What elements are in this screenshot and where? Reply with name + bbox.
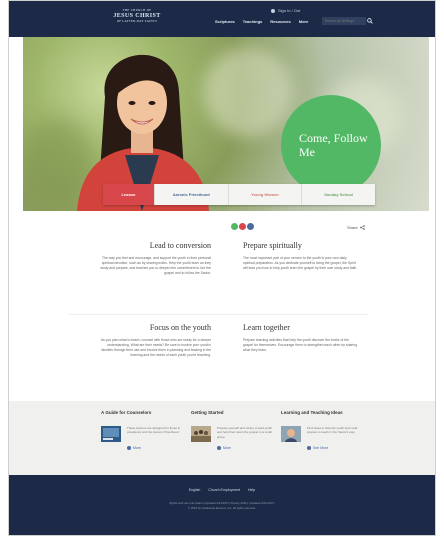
section-lead-to-conversion: Lead to conversion The way you feel and … [95, 241, 211, 276]
section-title: Learn together [243, 323, 290, 332]
tab-young-women[interactable]: Young Women [228, 184, 303, 205]
resource-link-label: More [133, 446, 141, 450]
church-logo[interactable]: THE CHURCH OF JESUS CHRIST OF LATTER-DAY… [105, 9, 169, 23]
resource-description: Prepare yourself and others to lead yout… [217, 426, 273, 439]
site-footer: English Church Employment Help Rights an… [9, 475, 435, 535]
share-icon [359, 225, 365, 230]
section-focus-on-the-youth: Focus on the youth As you plan what to t… [95, 323, 211, 358]
tab-lesson[interactable]: Lesson [103, 184, 155, 205]
logo-line-1: THE CHURCH OF [122, 8, 152, 12]
section-title: Prepare spiritually [243, 241, 302, 250]
resource-description: These lessons are designed for those in … [127, 426, 181, 435]
resource-description: Find ideas to help the youth learn and p… [307, 426, 358, 435]
tab-sunday-school[interactable]: Sunday School [302, 184, 375, 205]
pager-dot[interactable] [239, 223, 246, 230]
resource-title: Getting Started [191, 410, 224, 415]
resource-getting-started: Getting Started Prepare yourself and oth… [191, 410, 281, 450]
pager-dot[interactable] [231, 223, 238, 230]
come-follow-me-badge[interactable]: Come, Follow Me [281, 95, 381, 195]
nav-item-scriptures[interactable]: Scriptures [215, 19, 235, 24]
arrow-circle-icon [307, 446, 311, 450]
section-text: As you plan what to teach, counsel with … [100, 338, 211, 357]
arrow-circle-icon [127, 446, 131, 450]
resource-thumbnail[interactable] [101, 426, 121, 442]
hero-title: Come, Follow Me [299, 131, 368, 159]
section-title: Focus on the youth [149, 323, 211, 332]
section-text: Prepare learning activities that help th… [243, 338, 358, 352]
footer-link-employment[interactable]: Church Employment [208, 488, 240, 492]
search-input[interactable] [322, 17, 366, 25]
page-frame: THE CHURCH OF JESUS CHRIST OF LATTER-DAY… [8, 0, 436, 536]
nav-item-more[interactable]: More [299, 19, 309, 24]
footer-link-help[interactable]: Help [248, 488, 255, 492]
nav-item-resources[interactable]: Resources [270, 19, 290, 24]
resource-link-label: See More [313, 446, 329, 450]
resource-thumbnail[interactable] [191, 426, 211, 442]
section-text: The way you feel and encourage, and supp… [100, 256, 211, 275]
resource-link-label: More [223, 446, 231, 450]
sign-in-link[interactable]: Sign In / Out [271, 8, 300, 13]
resource-guide-for-counselors: A Guide for Counselors These lessons are… [101, 410, 191, 450]
resource-more-link[interactable]: See More [307, 446, 328, 450]
arrow-circle-icon [217, 446, 221, 450]
section-text: The most important part of your service … [243, 256, 358, 270]
pager-dot[interactable] [247, 223, 254, 230]
footer-copyright: Rights and Use Information (Updated 2/21… [9, 501, 435, 511]
resource-more-link[interactable]: More [217, 446, 231, 450]
footer-links: English Church Employment Help [9, 488, 435, 492]
section-prepare-spiritually: Prepare spiritually The most important p… [243, 241, 359, 271]
resource-title: Learning and Teaching Ideas [281, 410, 343, 415]
share-label: Share [347, 225, 358, 230]
carousel-pager [231, 223, 254, 230]
section-learn-together: Learn together Prepare learning activiti… [243, 323, 359, 353]
lesson-tabs: Lesson Aaronic Priesthood Young Women Su… [103, 184, 375, 205]
resource-thumbnail[interactable] [281, 426, 301, 442]
main-nav: Scriptures Teachings Resources More [215, 19, 308, 24]
section-divider [69, 314, 369, 315]
site-header: THE CHURCH OF JESUS CHRIST OF LATTER-DAY… [9, 1, 435, 37]
resource-learning-and-teaching-ideas: Learning and Teaching Ideas Find ideas t… [281, 410, 371, 450]
search-button[interactable] [366, 17, 374, 25]
search-icon [367, 18, 373, 24]
share-button[interactable]: Share [347, 225, 365, 230]
sign-in-label: Sign In / Out [278, 8, 301, 13]
user-icon [271, 8, 275, 13]
footer-link-language[interactable]: English [189, 488, 200, 492]
resource-title: A Guide for Counselors [101, 410, 152, 415]
tab-aaronic-priesthood[interactable]: Aaronic Priesthood [154, 184, 229, 205]
nav-item-teachings[interactable]: Teachings [243, 19, 263, 24]
resource-more-link[interactable]: More [127, 446, 141, 450]
footer-copyright-line: © 2018 by Intellectual Reserve, Inc. All… [188, 506, 256, 510]
section-title: Lead to conversion [149, 241, 211, 250]
logo-line-3: OF LATTER-DAY SAINTS [116, 19, 158, 23]
